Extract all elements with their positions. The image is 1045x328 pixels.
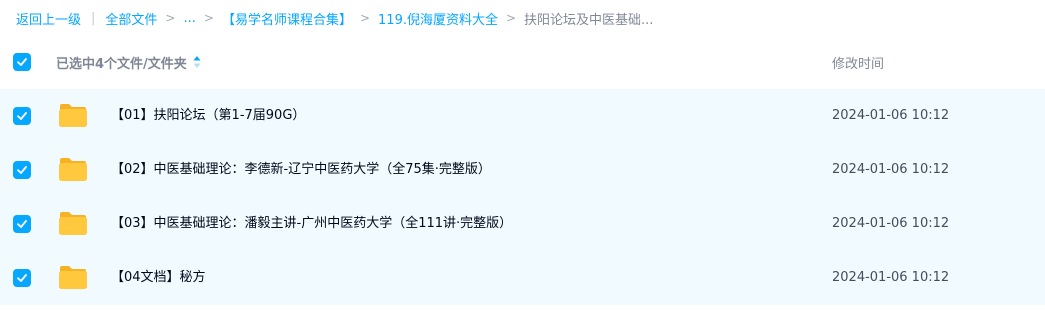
modified-time: 2024-01-06 10:12 (832, 270, 950, 285)
file-name[interactable]: 【01】扶阳论坛（第1-7届90G） (111, 89, 305, 143)
select-all-checkbox[interactable] (13, 53, 31, 71)
checkmark-icon (17, 112, 27, 120)
row-checkbox[interactable] (13, 161, 31, 179)
breadcrumb-folder[interactable]: 119.倪海厦资料大全 (378, 9, 498, 28)
file-list-header: 已选中4个文件/文件夹 修改时间 (0, 44, 1045, 80)
modified-time: 2024-01-06 10:12 (832, 162, 950, 177)
row-checkbox[interactable] (13, 107, 31, 125)
folder-icon (59, 212, 87, 235)
file-row[interactable]: 【04文档】秘方 2024-01-06 10:12 (0, 251, 1045, 305)
file-row[interactable]: 【02】中医基础理论：李德新-辽宁中医药大学（全75集·完整版） 2024-01… (0, 143, 1045, 197)
breadcrumb-all-files[interactable]: 全部文件 (105, 9, 157, 28)
row-checkbox[interactable] (13, 269, 31, 287)
breadcrumb: 返回上一级 | 全部文件 > ... > 【易学名师课程合集】 > 119.倪海… (16, 8, 653, 28)
file-name[interactable]: 【04文档】秘方 (111, 251, 206, 305)
modified-time: 2024-01-06 10:12 (832, 108, 950, 123)
folder-icon (59, 104, 87, 127)
back-link[interactable]: 返回上一级 (16, 9, 81, 28)
breadcrumb-collection[interactable]: 【易学名师课程合集】 (222, 9, 352, 28)
folder-icon (59, 158, 87, 181)
checkmark-icon (17, 274, 27, 282)
file-name[interactable]: 【02】中医基础理论：李德新-辽宁中医药大学（全75集·完整版） (111, 143, 491, 197)
selection-count-label: 已选中4个文件/文件夹 (56, 56, 187, 72)
sort-arrows-icon[interactable] (192, 54, 202, 70)
checkmark-icon (17, 166, 27, 174)
file-row[interactable]: 【01】扶阳论坛（第1-7届90G） 2024-01-06 10:12 (0, 89, 1045, 143)
chevron-right-icon: > (203, 11, 214, 25)
breadcrumb-ellipsis[interactable]: ... (183, 11, 195, 26)
breadcrumb-current: 扶阳论坛及中医基础... (524, 12, 654, 28)
folder-icon (59, 266, 87, 289)
file-row[interactable]: 【03】中医基础理论：潘毅主讲-广州中医药大学（全111讲·完整版） 2024-… (0, 197, 1045, 251)
breadcrumb-divider: | (91, 10, 96, 26)
checkmark-icon (17, 220, 27, 228)
modified-time: 2024-01-06 10:12 (832, 216, 950, 231)
checkmark-icon (17, 58, 27, 66)
chevron-right-icon: > (165, 11, 176, 25)
row-checkbox[interactable] (13, 215, 31, 233)
file-name[interactable]: 【03】中医基础理论：潘毅主讲-广州中医药大学（全111讲·完整版） (111, 197, 512, 251)
modified-time-header[interactable]: 修改时间 (832, 53, 884, 72)
chevron-right-icon: > (359, 11, 371, 25)
chevron-right-icon: > (505, 11, 517, 25)
